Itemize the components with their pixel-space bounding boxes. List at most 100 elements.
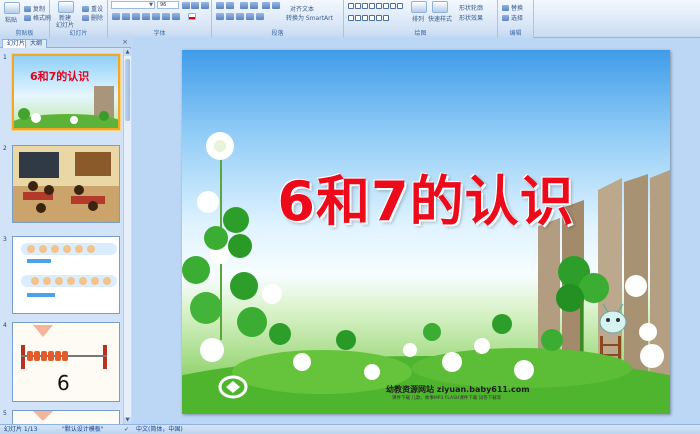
align-left-icon[interactable]: [216, 13, 224, 20]
grow-font-icon[interactable]: [182, 2, 190, 9]
underline-icon[interactable]: [132, 13, 140, 20]
justify-icon[interactable]: [246, 13, 254, 20]
shape-icon[interactable]: [383, 3, 389, 9]
strike-icon[interactable]: [142, 13, 150, 20]
face-icon: [87, 245, 95, 253]
shape-icon[interactable]: [397, 3, 403, 9]
clover-flower: [625, 275, 647, 297]
shape-icon[interactable]: [355, 3, 361, 9]
scroll-up-icon[interactable]: ▲: [124, 49, 131, 56]
format-painter-button[interactable]: 格式刷: [24, 15, 51, 22]
shape-outline-button[interactable]: 形状轮廓: [459, 5, 483, 12]
new-slide-button-2[interactable]: 幻灯片: [56, 20, 74, 29]
tab-outline[interactable]: 大纲: [25, 39, 48, 48]
close-icon[interactable]: ×: [122, 38, 128, 46]
thumbnail-row-3[interactable]: 3: [0, 236, 122, 316]
copy-button[interactable]: 复制: [24, 6, 45, 13]
thumbnail-slide-4[interactable]: 6: [12, 322, 120, 402]
new-slide-icon[interactable]: [58, 1, 74, 13]
indent-increase-icon[interactable]: [250, 2, 258, 9]
shape-icon[interactable]: [362, 14, 368, 21]
shape-icon[interactable]: [362, 3, 368, 9]
face-icon: [55, 277, 63, 285]
paste-button[interactable]: 粘贴: [5, 15, 17, 24]
scroll-thumb[interactable]: [125, 59, 130, 121]
font-name-combo[interactable]: ▼: [111, 1, 155, 9]
paste-icon[interactable]: [4, 2, 20, 14]
face-icon: [75, 245, 83, 253]
quick-styles-button[interactable]: 快速样式: [428, 14, 452, 23]
shape-icon[interactable]: [348, 14, 354, 21]
shape-icon[interactable]: [376, 3, 382, 9]
shape-icon[interactable]: [369, 3, 375, 9]
bullets-icon[interactable]: [216, 2, 224, 9]
slides-panel: 幻灯片 大纲 × 1 6和7的认识 2 3 4 6 5 ▲ ▼: [0, 38, 131, 424]
shape-icon[interactable]: [376, 14, 382, 21]
shape-effects-button[interactable]: 形状效果: [459, 15, 483, 22]
shape-icon[interactable]: [390, 3, 396, 9]
thumbnail-slide-1[interactable]: 6和7的认识: [12, 54, 120, 130]
abacus-illustration: [33, 411, 53, 421]
delete-button[interactable]: 删除: [82, 15, 103, 22]
thumbnail-row-5[interactable]: 5: [0, 410, 122, 424]
clover-flower-center: [214, 140, 226, 152]
current-slide[interactable]: 6和7的认识 幼教资源网站 ziyuan.baby611.com 课件下载 儿歌…: [182, 50, 670, 414]
leaf-shape: [99, 111, 109, 121]
clover-leaf: [237, 307, 267, 337]
convert-smartart-button[interactable]: 转换为 SmartArt: [286, 15, 333, 22]
distribute-icon[interactable]: [256, 13, 264, 20]
shape-icon[interactable]: [348, 3, 354, 9]
scroll-down-icon[interactable]: ▼: [124, 417, 131, 424]
panel-scrollbar[interactable]: ▲ ▼: [123, 49, 131, 424]
paragraph-group: 对齐文本 转换为 SmartArt 段落: [212, 0, 344, 38]
clover-stem: [580, 300, 583, 360]
italic-icon[interactable]: [122, 13, 130, 20]
clear-format-icon[interactable]: [201, 2, 209, 9]
arrange-button[interactable]: 排列: [412, 14, 424, 23]
font-size-combo[interactable]: 96: [157, 1, 179, 9]
thumbnail-slide-5[interactable]: [12, 410, 120, 424]
shapes-gallery[interactable]: [348, 3, 406, 25]
line-spacing-icon[interactable]: [262, 2, 270, 9]
thumbnail-row-1[interactable]: 1 6和7的认识: [0, 54, 122, 132]
shape-icon[interactable]: [369, 14, 375, 21]
columns-icon[interactable]: [272, 2, 280, 9]
status-bar: 幻灯片 1/13 "默认设计模板" ✓ 中文(简体，中国): [0, 424, 700, 434]
select-button[interactable]: 选择: [502, 15, 523, 22]
reset-button[interactable]: 重设: [82, 6, 103, 13]
shape-icon[interactable]: [383, 14, 389, 21]
clipboard-group: 粘贴 复制 格式刷 剪贴板: [0, 0, 51, 38]
font-color-icon[interactable]: [188, 13, 196, 20]
abacus-bead: [48, 351, 54, 361]
slide-position: 幻灯片 1/13: [4, 426, 38, 433]
shape-icon[interactable]: [355, 14, 361, 21]
drawing-group: 排列 快速样式 形状轮廓 形状效果 绘图: [344, 0, 498, 38]
shadow-icon[interactable]: [152, 13, 160, 20]
thumbnail-slide-2[interactable]: [12, 145, 120, 223]
clover-leaf: [230, 272, 258, 300]
numbering-icon[interactable]: [226, 2, 234, 9]
spellcheck-icon[interactable]: ✓: [124, 425, 129, 434]
arrange-icon[interactable]: [411, 1, 427, 13]
theme-name[interactable]: "默认设计模板": [62, 425, 104, 434]
thumbnail-slide-3[interactable]: [12, 236, 120, 314]
reset-icon: [82, 6, 89, 12]
quick-styles-icon[interactable]: [432, 1, 448, 13]
replace-button[interactable]: 替换: [502, 5, 523, 12]
spacing-icon[interactable]: [162, 13, 170, 20]
indent-decrease-icon[interactable]: [240, 2, 248, 9]
align-right-icon[interactable]: [236, 13, 244, 20]
case-icon[interactable]: [172, 13, 180, 20]
thumbnail-row-2[interactable]: 2: [0, 145, 122, 225]
chevron-down-icon: ▼: [149, 2, 153, 8]
slide-title[interactable]: 6和7的认识: [182, 157, 670, 236]
bold-icon[interactable]: [112, 13, 120, 20]
align-text-button[interactable]: 对齐文本: [290, 6, 314, 13]
language-indicator[interactable]: 中文(简体，中国): [136, 425, 183, 434]
clover-leaf: [541, 329, 563, 351]
shrink-font-icon[interactable]: [191, 2, 199, 9]
site-subtitle: 课件下载 儿歌、故事MP3 FLASH课件下载 试卷下载等: [392, 396, 502, 401]
align-center-icon[interactable]: [226, 13, 234, 20]
group-label-font: 字体: [108, 29, 211, 38]
thumbnail-row-4[interactable]: 4 6: [0, 322, 122, 402]
